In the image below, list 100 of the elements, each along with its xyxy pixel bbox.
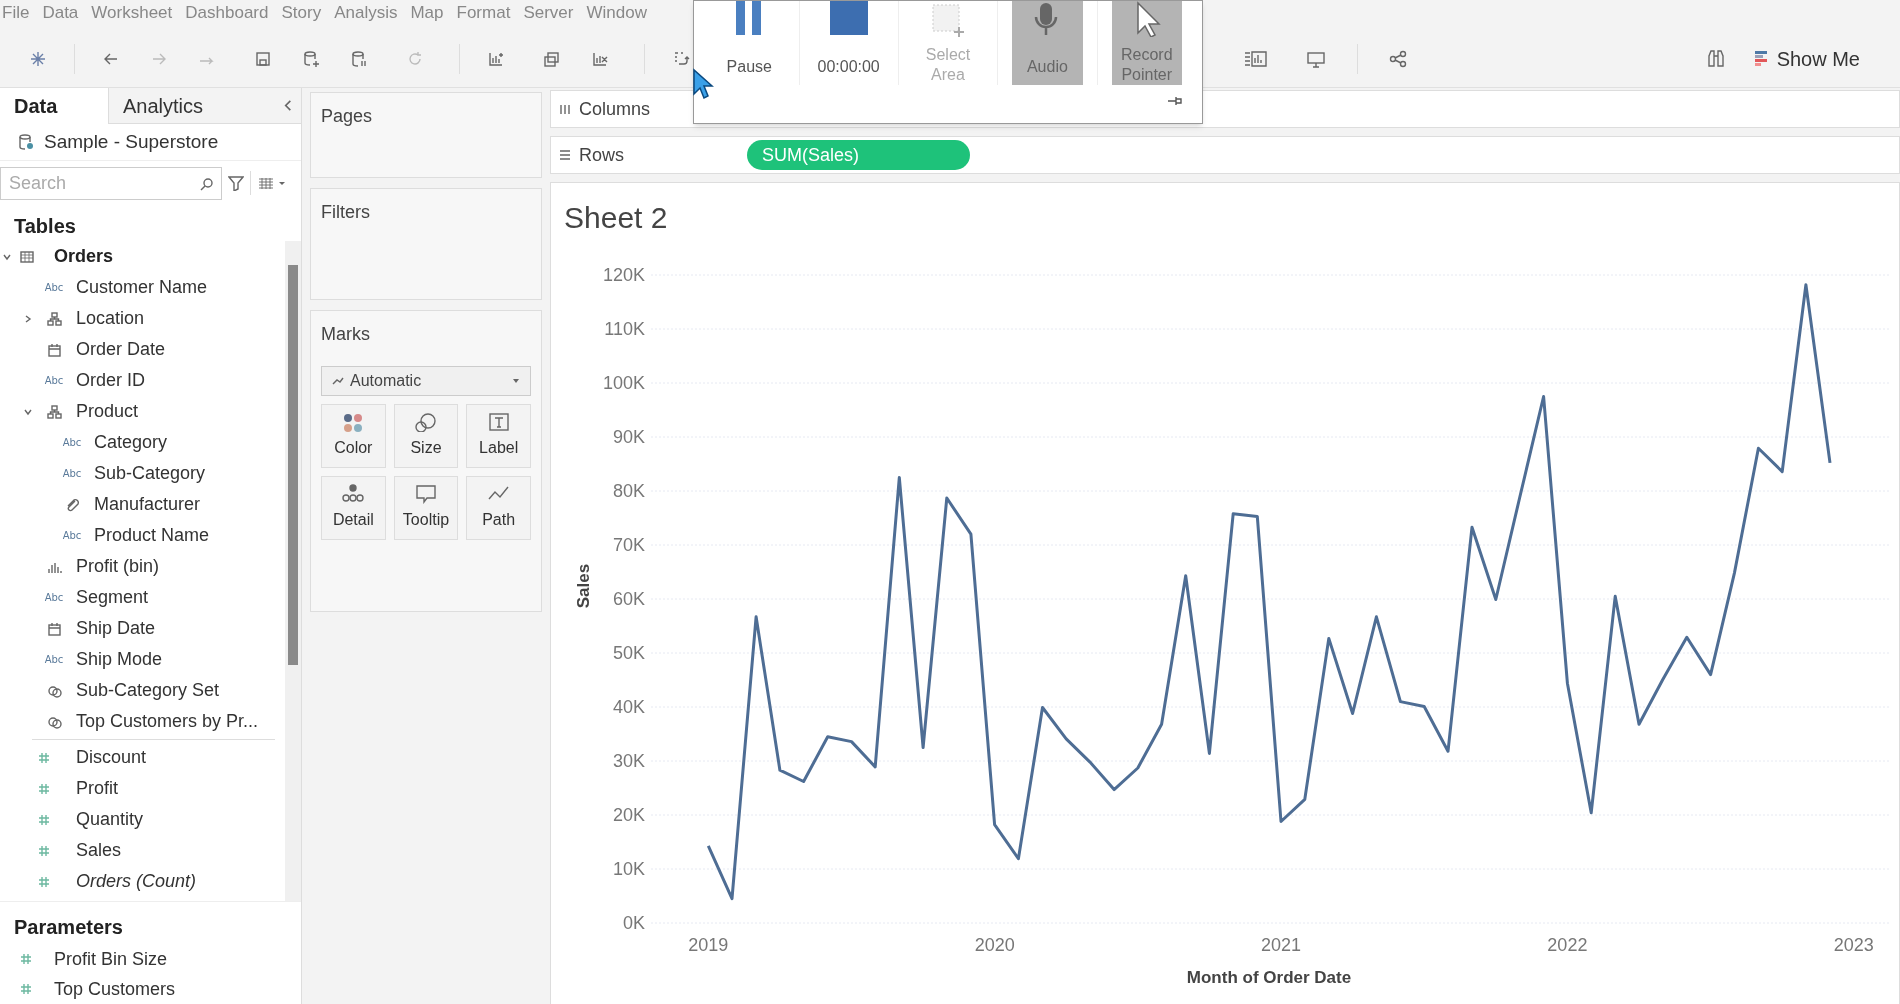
- detail-icon: [341, 484, 366, 504]
- calendar-icon: [46, 621, 62, 636]
- size-icon: [414, 412, 438, 432]
- parameter-item[interactable]: Profit Bin Size: [54, 945, 168, 973]
- field-item[interactable]: Profit (bin): [76, 553, 160, 580]
- data-type-label: Abc: [62, 467, 82, 481]
- field-item[interactable]: Order ID: [76, 367, 145, 394]
- search-icon[interactable]: [200, 176, 214, 191]
- y-tick-label: 120K: [602, 265, 645, 285]
- data-type-label: Abc: [44, 374, 64, 388]
- measure-hash-icon: [38, 813, 50, 826]
- field-item[interactable]: Sub-Category Set: [76, 677, 220, 704]
- recorder-stop-icon: [829, 1, 868, 37]
- measure-hash-icon: [20, 983, 32, 995]
- y-tick-label: 100K: [602, 373, 645, 393]
- section-heading: Tables: [13, 214, 77, 239]
- field-item[interactable]: Order Date: [76, 336, 166, 363]
- mark-size-button[interactable]: Size: [393, 404, 459, 468]
- field-item[interactable]: Category: [94, 429, 168, 456]
- field-item[interactable]: Ship Date: [76, 615, 156, 642]
- x-tick-label: 2023: [1833, 935, 1874, 955]
- field-item[interactable]: Top Customers by Pr...: [76, 708, 259, 735]
- parameter-item[interactable]: Top Customers: [54, 975, 176, 1003]
- tooltip-icon: [414, 484, 438, 504]
- shelf-label: Rows: [579, 143, 625, 167]
- rows-icon: [559, 149, 571, 161]
- data-type-label: Abc: [62, 436, 82, 450]
- set-icon: [46, 714, 62, 729]
- field-item[interactable]: Orders (Count): [76, 868, 197, 895]
- y-tick-label: 10K: [612, 859, 645, 879]
- y-tick-label: 110K: [604, 319, 645, 339]
- data-source-icon: [18, 132, 34, 151]
- data-source-name[interactable]: Sample - Superstore: [44, 127, 219, 157]
- field-item[interactable]: Discount: [76, 744, 147, 771]
- mark-detail-button[interactable]: Detail: [321, 476, 386, 540]
- table-name[interactable]: Orders: [54, 243, 114, 270]
- card-title: Marks: [321, 323, 371, 346]
- measure-hash-icon: [38, 782, 50, 795]
- data-type-label: Abc: [44, 653, 64, 667]
- measure-hash-icon: [20, 953, 32, 965]
- hierarchy-icon: [46, 311, 62, 326]
- mark-label-button[interactable]: Label: [466, 404, 531, 468]
- chevron-right-icon[interactable]: [23, 313, 33, 324]
- show-me-bars-icon: [1754, 49, 1769, 68]
- field-item[interactable]: Product Name: [94, 522, 210, 549]
- field-item[interactable]: Sub-Category: [94, 460, 206, 487]
- mark-path-button[interactable]: Path: [466, 476, 531, 540]
- data-type-label: Abc: [44, 591, 64, 605]
- line-mark-icon: [332, 376, 344, 386]
- field-item[interactable]: Ship Mode: [76, 646, 163, 673]
- x-tick-label: 2022: [1547, 935, 1588, 955]
- y-axis-title: Sales: [574, 563, 593, 609]
- x-tick-label: 2020: [974, 935, 1015, 955]
- field-item[interactable]: Product: [76, 398, 139, 425]
- new-data-source-icon[interactable]: [301, 48, 321, 69]
- field-item[interactable]: Manufacturer: [94, 491, 201, 518]
- y-tick-label: 30K: [612, 751, 645, 771]
- recorder-pause-button[interactable]: Pause: [714, 1, 785, 85]
- x-tick-label: 2019: [688, 935, 729, 955]
- measure-hash-icon: [38, 751, 50, 764]
- filter-icon[interactable]: [228, 175, 244, 192]
- share-icon[interactable]: [1388, 48, 1408, 69]
- recorder-stop-button[interactable]: 00:00:00: [813, 1, 884, 85]
- hierarchy-icon: [46, 404, 62, 419]
- y-tick-label: 40K: [612, 697, 645, 717]
- data-type-label: Abc: [44, 281, 64, 295]
- caret-icon: [512, 378, 520, 384]
- field-item[interactable]: Segment: [76, 584, 149, 611]
- set-icon: [46, 683, 62, 698]
- show-me-button[interactable]: Show Me: [1754, 43, 1860, 74]
- list-view-icon[interactable]: [257, 176, 287, 191]
- y-tick-label: 80K: [612, 481, 645, 501]
- mark-type-dropdown[interactable]: Automatic: [321, 366, 531, 396]
- mark-tooltip-button[interactable]: Tooltip: [393, 476, 459, 540]
- field-item[interactable]: Profit: [76, 775, 118, 802]
- x-axis-title: Month of Order Date: [1186, 968, 1352, 987]
- card-title: Pages: [321, 105, 374, 128]
- calendar-icon: [46, 342, 62, 357]
- x-tick-label: 2021: [1261, 935, 1302, 955]
- measure-hash-icon: [38, 844, 50, 857]
- search-field[interactable]: Search: [0, 166, 222, 200]
- label-icon: [486, 412, 511, 432]
- field-item[interactable]: Location: [76, 305, 145, 332]
- scrollbar-thumb[interactable]: [288, 265, 298, 665]
- bar-chart-icon[interactable]: [1243, 48, 1269, 69]
- field-item[interactable]: Customer Name: [76, 274, 208, 301]
- pin-icon[interactable]: [1166, 95, 1182, 107]
- section-heading: Parameters: [13, 915, 124, 940]
- field-item[interactable]: Quantity: [76, 806, 144, 833]
- y-tick-label: 50K: [612, 643, 645, 663]
- table-icon: [20, 250, 34, 263]
- y-tick-label: 60K: [612, 589, 645, 609]
- measure-hash-icon: [38, 875, 50, 888]
- paperclip-icon: [64, 497, 80, 512]
- field-item[interactable]: Sales: [76, 837, 122, 864]
- recorder-area-icon: [929, 1, 967, 37]
- y-tick-label: 20K: [612, 805, 645, 825]
- mark-color-button[interactable]: Color: [321, 404, 386, 468]
- columns-icon: [559, 103, 571, 115]
- panel-tab[interactable]: Analytics: [108, 88, 281, 124]
